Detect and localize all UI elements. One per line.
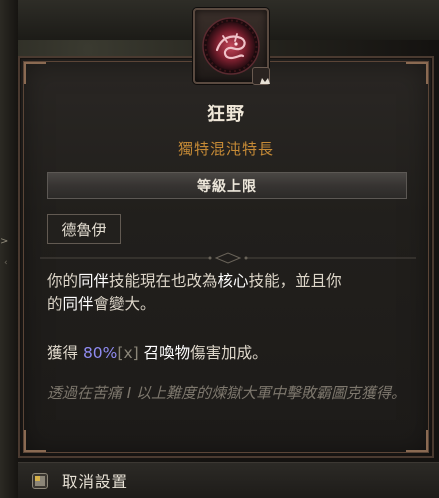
skill-icon-frame <box>193 8 270 85</box>
controller-button-icon <box>32 472 48 489</box>
corner-ornament <box>24 62 46 84</box>
rank-status-bar: 等級上限 <box>47 172 407 199</box>
corner-ornament <box>406 62 428 84</box>
bonus-value: 80% <box>82 344 118 362</box>
left-arrow-icon: > <box>0 236 9 247</box>
acquisition-text: 透過在苦痛 I 以上難度的煉獄大軍中擊敗霸圖克獲得。 <box>47 384 406 402</box>
corner-ornament <box>24 430 46 452</box>
skill-title: 狂野 <box>207 104 245 125</box>
game-scene: > ‹ 狂野 獨特混沌特長 等級上限 德魯伊 你的同伴技能現在也改為核心技能，並… <box>0 0 439 498</box>
ornament-divider <box>40 252 416 264</box>
skill-type: 獨特混沌特長 <box>177 140 274 158</box>
action-bar[interactable]: 取消設置 <box>18 462 439 498</box>
unique-badge-icon <box>252 67 270 85</box>
description-line: 你的同伴技能現在也改為核心技能，並且你 <box>47 272 342 290</box>
skill-bonus: 獲得 80%[x] 召喚物傷害加成。 <box>47 344 268 362</box>
description-line: 的同伴會變大。 <box>47 295 156 313</box>
skill-description: 你的同伴技能現在也改為核心技能，並且你 的同伴會變大。 <box>47 270 407 316</box>
class-tag: 德魯伊 <box>47 214 121 244</box>
multiplier-tag: [x] <box>117 344 139 362</box>
corner-ornament <box>406 430 428 452</box>
left-caret-icon: ‹ <box>4 258 8 268</box>
unequip-button[interactable]: 取消設置 <box>62 470 128 492</box>
background-left <box>0 0 18 498</box>
